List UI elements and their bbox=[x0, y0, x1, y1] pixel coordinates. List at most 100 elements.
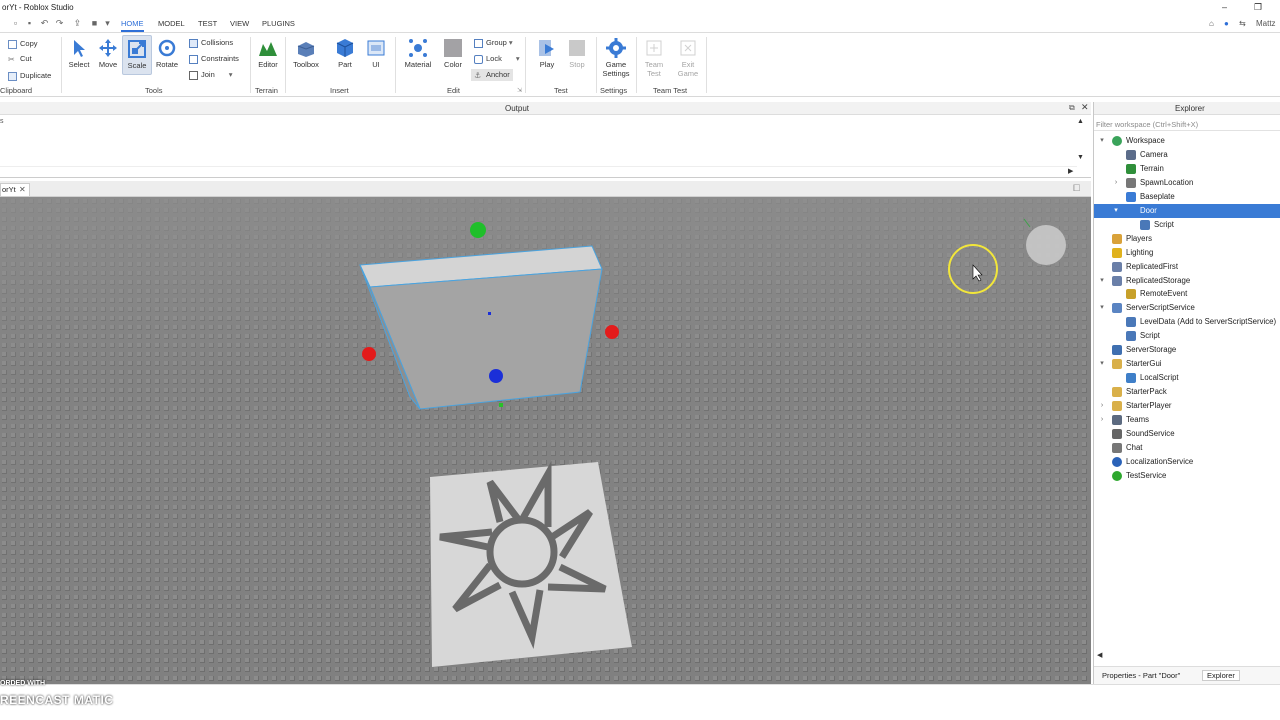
play-button[interactable]: Play bbox=[532, 35, 562, 69]
chevron-down-icon[interactable]: ▾ bbox=[509, 38, 513, 47]
explorer-node-baseplate[interactable]: Baseplate bbox=[1094, 190, 1280, 204]
tab-plugins[interactable]: PLUGINS bbox=[262, 19, 295, 28]
scale-handle-x-right[interactable] bbox=[605, 325, 619, 339]
explorer-node-starterpack[interactable]: StarterPack bbox=[1094, 385, 1280, 399]
anchor-button[interactable]: ⚓ Anchor bbox=[471, 69, 513, 81]
scroll-right-icon[interactable]: ▶ bbox=[1068, 167, 1073, 175]
lock-button[interactable]: Lock ▾ bbox=[474, 53, 520, 65]
scale-handle-x-left[interactable] bbox=[362, 347, 376, 361]
ui-button[interactable]: UI bbox=[361, 35, 391, 69]
select-button[interactable]: Select bbox=[64, 35, 94, 69]
exit-game-button[interactable]: Exit Game bbox=[673, 35, 703, 78]
stop-icon[interactable]: ■ bbox=[89, 18, 100, 29]
save-icon[interactable]: ▪ bbox=[24, 18, 35, 29]
output-horizontal-scrollbar[interactable]: ▶ bbox=[0, 166, 1077, 176]
material-button[interactable]: Material bbox=[403, 35, 433, 69]
scale-button[interactable]: Scale bbox=[122, 35, 152, 75]
share-icon[interactable]: ⇆ bbox=[1239, 19, 1246, 28]
scale-handle-y[interactable] bbox=[470, 222, 486, 238]
spawn-location[interactable] bbox=[430, 460, 632, 667]
chevron-down-icon[interactable]: ▾ bbox=[229, 70, 233, 79]
close-icon[interactable]: ✕ bbox=[1081, 102, 1089, 113]
chevron-down-icon[interactable]: ▾ bbox=[1112, 204, 1120, 218]
game-settings-button[interactable]: Game Settings bbox=[600, 35, 632, 78]
output-vertical-scrollbar[interactable]: ▲ ▼ bbox=[1077, 118, 1087, 164]
maximize-viewport-icon[interactable]: ⧠ bbox=[1073, 183, 1080, 194]
explorer-node-lighting[interactable]: Lighting bbox=[1094, 246, 1280, 260]
tab-home[interactable]: HOME bbox=[121, 19, 144, 32]
collisions-toggle[interactable]: Collisions bbox=[189, 37, 233, 49]
toolbox-button[interactable]: Toolbox bbox=[291, 35, 321, 69]
scale-handle-z[interactable] bbox=[489, 369, 503, 383]
scroll-left-icon[interactable]: ◀ bbox=[1097, 651, 1102, 659]
float-panel-icon[interactable]: ⧉ bbox=[1069, 103, 1075, 113]
chevron-down-icon[interactable]: ▾ bbox=[516, 54, 520, 63]
explorer-filter-input[interactable]: Filter workspace (Ctrl+Shift+X) bbox=[1094, 117, 1280, 131]
move-button[interactable]: Move bbox=[93, 35, 123, 69]
color-button[interactable]: Color bbox=[438, 35, 468, 69]
minimize-icon[interactable]: – bbox=[1222, 2, 1227, 12]
explorer-node-startergui[interactable]: ▾ StarterGui bbox=[1094, 357, 1280, 371]
constraints-toggle[interactable]: Constraints bbox=[189, 53, 239, 65]
explorer-node-door[interactable]: ▾ Door bbox=[1094, 203, 1280, 218]
terrain-editor-button[interactable]: Editor bbox=[253, 35, 283, 69]
explorer-node-script[interactable]: Script bbox=[1094, 218, 1280, 232]
explorer-node-leveldata-add-to-serverscriptservice[interactable]: LevelData (Add to ServerScriptService) bbox=[1094, 315, 1280, 329]
explorer-node-soundservice[interactable]: SoundService bbox=[1094, 427, 1280, 441]
maximize-icon[interactable]: ❐ bbox=[1254, 2, 1262, 13]
new-file-icon[interactable]: ▫ bbox=[10, 18, 21, 29]
explorer-node-teams[interactable]: › Teams bbox=[1094, 413, 1280, 427]
scroll-up-icon[interactable]: ▲ bbox=[1077, 118, 1084, 125]
tab-model[interactable]: MODEL bbox=[158, 19, 185, 28]
chevron-down-icon[interactable]: ▾ bbox=[1098, 274, 1106, 288]
explorer-node-testservice[interactable]: TestService bbox=[1094, 469, 1280, 483]
explorer-node-replicatedfirst[interactable]: ReplicatedFirst bbox=[1094, 260, 1280, 274]
home-small-icon[interactable]: ⌂ bbox=[1209, 19, 1214, 28]
explorer-node-localizationservice[interactable]: LocalizationService bbox=[1094, 455, 1280, 469]
tab-view[interactable]: VIEW bbox=[230, 19, 249, 28]
undo-icon[interactable]: ↶ bbox=[39, 18, 50, 29]
chevron-down-icon[interactable]: ▾ bbox=[1098, 134, 1106, 148]
output-log[interactable]: s bbox=[0, 116, 1077, 164]
stop-button[interactable]: Stop bbox=[562, 35, 592, 69]
explorer-node-starterplayer[interactable]: › StarterPlayer bbox=[1094, 399, 1280, 413]
scroll-down-icon[interactable]: ▼ bbox=[1077, 154, 1084, 161]
group-button[interactable]: Group ▾ bbox=[474, 37, 513, 49]
team-test-button[interactable]: Team Test bbox=[639, 35, 669, 78]
tab-test[interactable]: TEST bbox=[198, 19, 217, 28]
quick-access-dropdown-icon[interactable]: ▾ bbox=[102, 18, 113, 29]
close-icon[interactable]: ✕ bbox=[19, 184, 26, 196]
part-button[interactable]: Part bbox=[330, 35, 360, 69]
rotate-button[interactable]: Rotate bbox=[152, 35, 182, 69]
copy-button[interactable]: Copy bbox=[8, 38, 38, 50]
duplicate-button[interactable]: Duplicate bbox=[8, 70, 51, 82]
explorer-node-serverscriptservice[interactable]: ▾ ServerScriptService bbox=[1094, 301, 1280, 315]
chevron-down-icon[interactable]: ▾ bbox=[1098, 357, 1106, 371]
help-icon[interactable]: ● bbox=[1224, 19, 1229, 28]
explorer-node-players[interactable]: Players bbox=[1094, 232, 1280, 246]
explorer-node-camera[interactable]: Camera bbox=[1094, 148, 1280, 162]
explorer-node-chat[interactable]: Chat bbox=[1094, 441, 1280, 455]
username[interactable]: Mattz bbox=[1256, 19, 1276, 28]
redo-icon[interactable]: ↷ bbox=[54, 18, 65, 29]
explorer-node-spawnlocation[interactable]: › SpawnLocation bbox=[1094, 176, 1280, 190]
3d-viewport[interactable] bbox=[0, 197, 1091, 684]
cut-button[interactable]: ✂ Cut bbox=[8, 53, 32, 65]
chevron-right-icon[interactable]: › bbox=[1112, 176, 1120, 190]
join-toggle[interactable]: Join ▾ bbox=[189, 69, 233, 81]
chevron-right-icon[interactable]: › bbox=[1098, 399, 1106, 413]
scene-canvas[interactable] bbox=[0, 197, 1091, 684]
explorer-node-serverstorage[interactable]: ServerStorage bbox=[1094, 343, 1280, 357]
explorer-node-localscript[interactable]: LocalScript bbox=[1094, 371, 1280, 385]
explorer-node-remoteevent[interactable]: RemoteEvent bbox=[1094, 287, 1280, 301]
dialog-launcher-icon[interactable]: ⇲ bbox=[517, 87, 522, 94]
explorer-node-workspace[interactable]: ▾ Workspace bbox=[1094, 134, 1280, 148]
explorer-node-replicatedstorage[interactable]: ▾ ReplicatedStorage bbox=[1094, 274, 1280, 288]
explorer-node-terrain[interactable]: Terrain bbox=[1094, 162, 1280, 176]
chevron-right-icon[interactable]: › bbox=[1098, 413, 1106, 427]
place-tab[interactable]: orYt ✕ bbox=[0, 183, 30, 196]
tab-explorer[interactable]: Explorer bbox=[1202, 670, 1240, 681]
publish-icon[interactable]: ⇪ bbox=[72, 18, 83, 29]
explorer-node-script[interactable]: Script bbox=[1094, 329, 1280, 343]
chevron-down-icon[interactable]: ▾ bbox=[1098, 301, 1106, 315]
